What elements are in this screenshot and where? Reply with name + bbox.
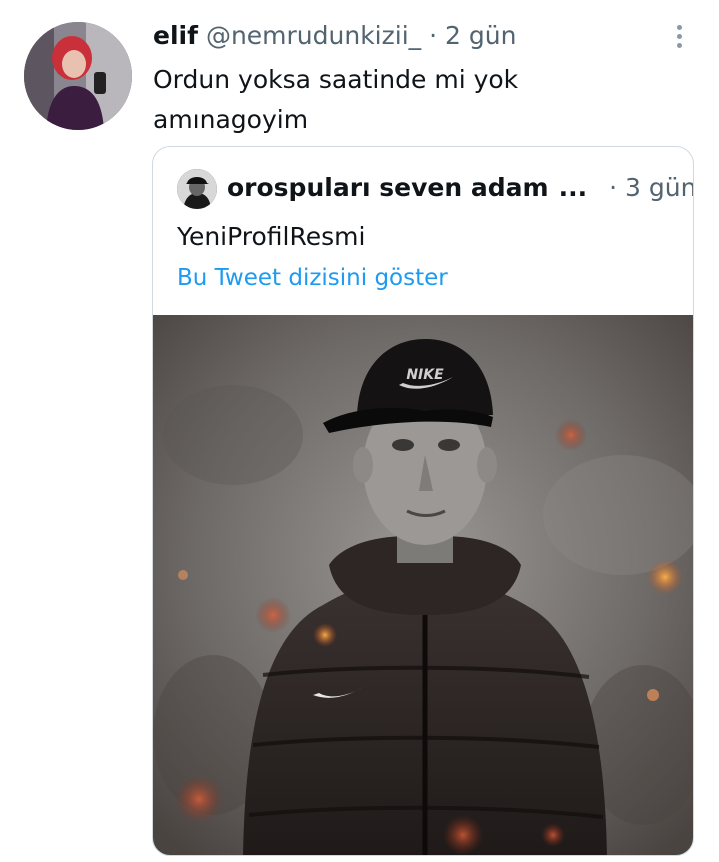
- author-name[interactable]: elif: [153, 21, 198, 50]
- quoted-tweet-header: orospuları seven adam ... · 3 gün: [227, 171, 693, 205]
- more-vertical-icon[interactable]: [669, 20, 689, 52]
- tweet-text: Ordun yoksa saatinde mi yok amınagoyim: [153, 65, 519, 134]
- author-avatar-image: [24, 22, 132, 130]
- tweet-timestamp[interactable]: 2 gün: [445, 21, 516, 50]
- quoted-author-name[interactable]: orospuları seven adam: [227, 171, 549, 205]
- separator-dot: ·: [429, 21, 438, 50]
- quoted-tweet[interactable]: orospuları seven adam ... · 3 gün YeniPr…: [152, 146, 694, 856]
- quoted-tweet-photo-image: NIKE: [153, 315, 693, 855]
- tweet-header: elif @nemrudunkizii_ · 2 gün: [153, 20, 516, 52]
- author-avatar[interactable]: [24, 22, 132, 130]
- quoted-tweet-text: YeniProfilResmi: [177, 222, 366, 251]
- quoted-author-avatar-image: [177, 169, 217, 209]
- quoted-author-ellipsis: ...: [558, 173, 588, 202]
- quoted-separator-dot: ·: [609, 173, 618, 202]
- quoted-author-avatar[interactable]: [177, 169, 217, 209]
- cap-text: NIKE: [406, 367, 444, 383]
- show-thread-link[interactable]: Bu Tweet dizisini göster: [177, 261, 448, 295]
- author-handle[interactable]: @nemrudunkizii_: [206, 21, 421, 50]
- tweet[interactable]: elif @nemrudunkizii_ · 2 gün Ordun yoksa…: [0, 0, 719, 862]
- quoted-tweet-photo[interactable]: NIKE: [153, 315, 693, 855]
- quoted-tweet-timestamp[interactable]: 3 gün: [625, 171, 693, 205]
